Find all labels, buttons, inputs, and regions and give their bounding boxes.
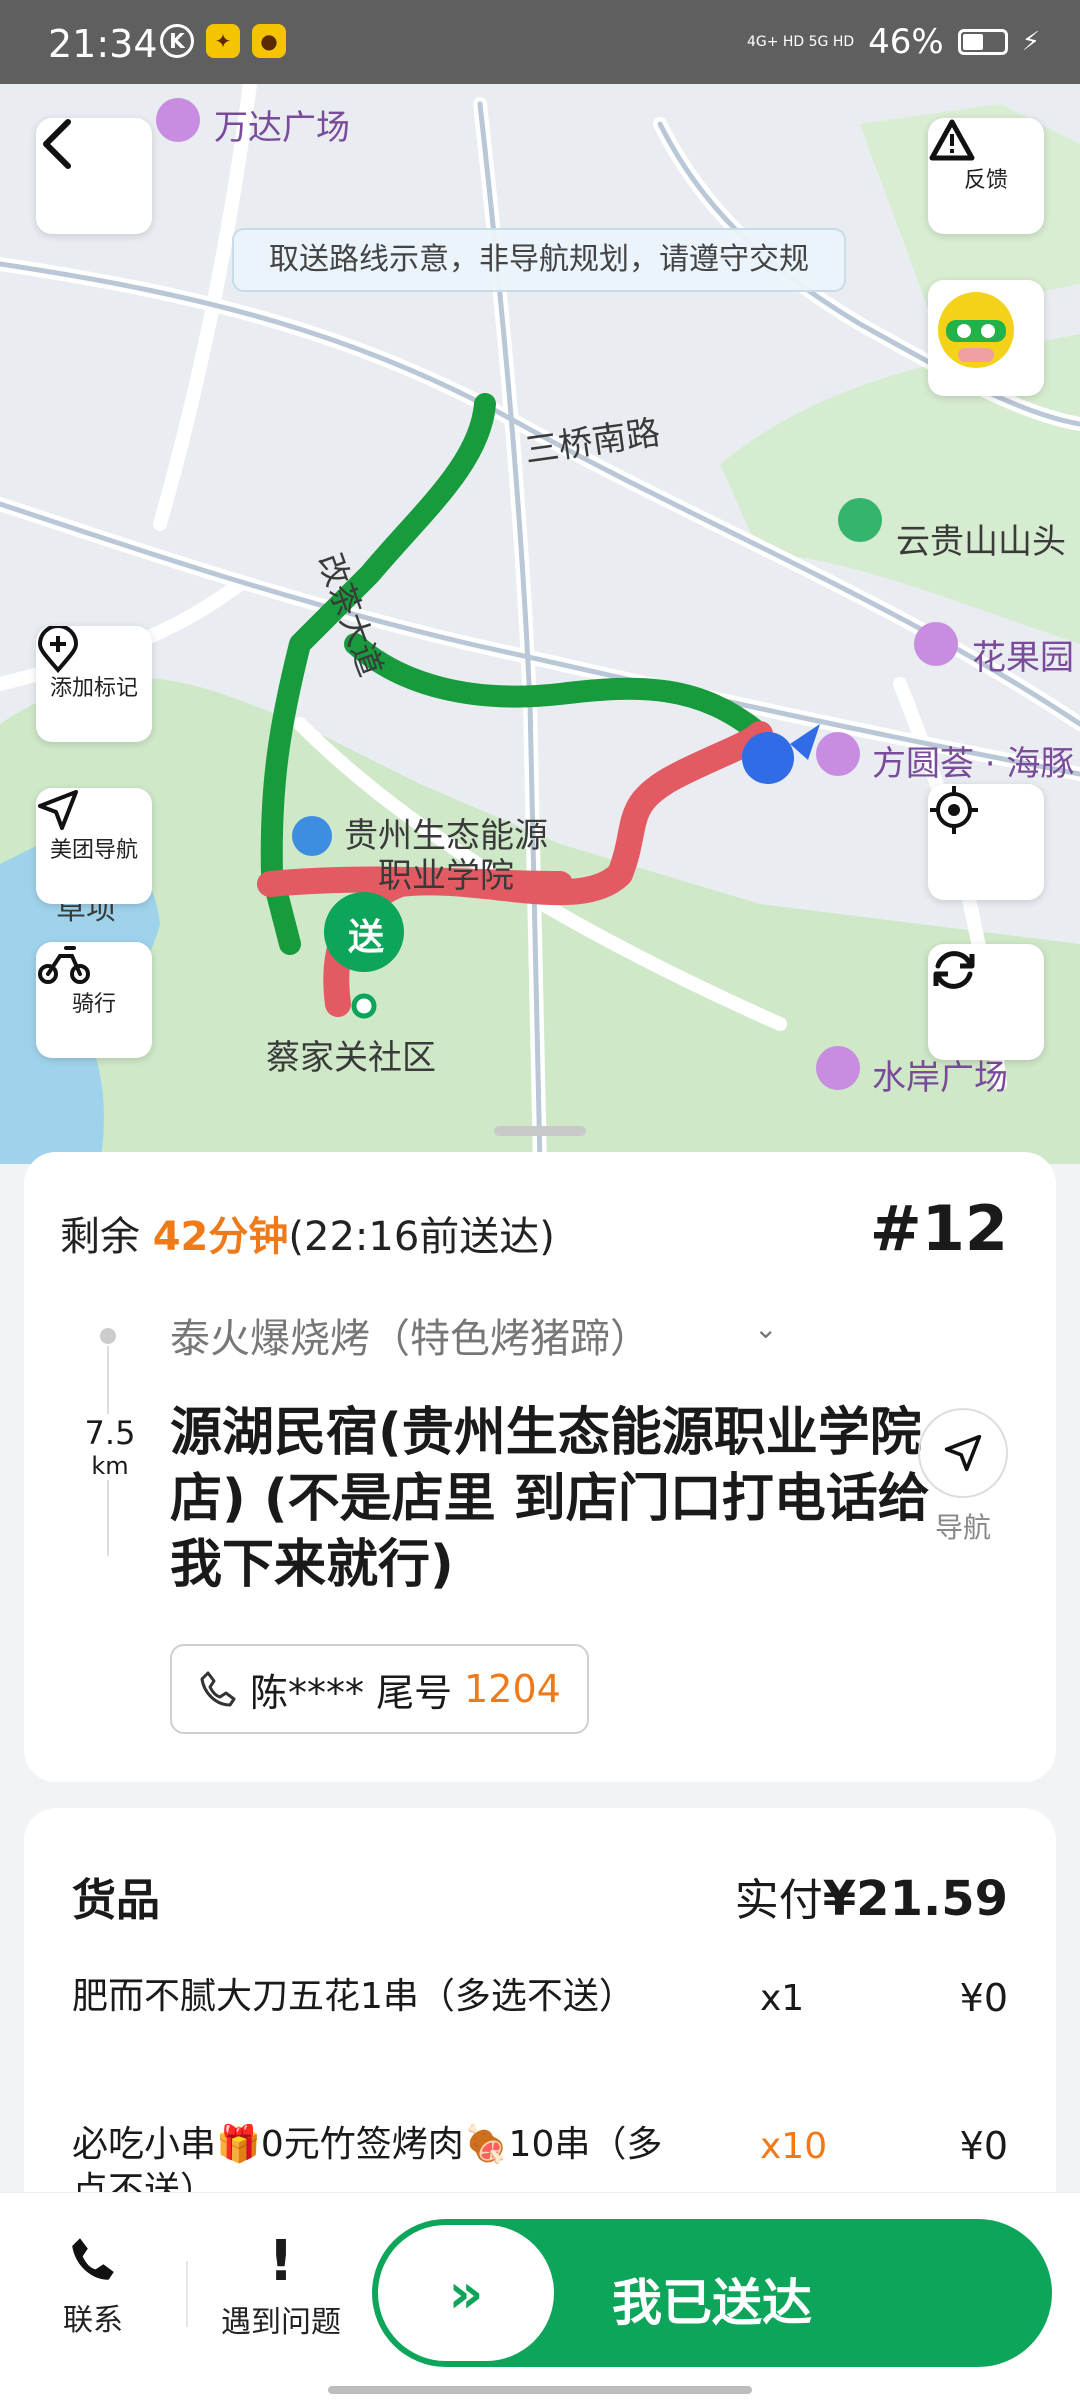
phone-icon [200, 1671, 236, 1707]
distance-value: 7.5 [84, 1414, 136, 1452]
ride-button[interactable]: 骑行 [36, 942, 152, 1058]
customer-name: 陈**** 尾号 [250, 1670, 453, 1715]
distance: 7.5 km [80, 1414, 140, 1480]
remaining-minutes: 42分钟 [152, 1214, 289, 1260]
feedback-label: 反馈 [963, 168, 1008, 193]
home-indicator[interactable] [328, 2386, 752, 2394]
route-notice: 取送路线示意，非导航规划，请遵守交规 [232, 228, 846, 292]
meituan-nav-button[interactable]: 美团导航 [36, 788, 152, 904]
remaining-prefix: 剩余 [60, 1214, 153, 1260]
ride-label: 骑行 [71, 992, 116, 1017]
add-location-icon [37, 626, 79, 674]
add-marker-button[interactable]: 添加标记 [36, 626, 152, 742]
battery-icon [957, 29, 1008, 55]
exclamation-icon: ! [268, 2229, 294, 2294]
bottom-action-bar: 联系 ! 遇到问题 » 我已送达 [0, 2192, 1080, 2400]
route-map[interactable]: 万达广场 三桥南路 改茶大道 云贵山山头 花果园 方圆荟 · 海豚 贵州生态能源… [0, 84, 1080, 1164]
network-indicator: 4G+ HD 5G HD [746, 34, 855, 50]
customer-phone-button[interactable]: 陈**** 尾号 1204 [170, 1644, 589, 1734]
status-time: 21:34 [48, 22, 158, 66]
navigate-button[interactable]: 导航 [918, 1408, 1008, 1546]
sheet-drag-handle[interactable] [494, 1126, 586, 1136]
status-bar: 21:34 K ✦ ● 4G+ HD 5G HD 46% ⚡ [0, 0, 1080, 84]
navigate-circle [918, 1408, 1008, 1498]
customer-phone-tail: 1204 [464, 1667, 561, 1711]
shop-dot [100, 1328, 116, 1344]
back-button[interactable] [36, 118, 152, 234]
feedback-button[interactable]: 反馈 [928, 118, 1044, 234]
map-label-caijiaguan: 蔡家关社区 [266, 1038, 436, 1078]
contact-label: 联系 [63, 2303, 123, 2338]
order-number: #12 [869, 1192, 1008, 1265]
delivery-address: 源湖民宿(贵州生态能源职业学院店) (不是店里 到店门口打电话给我下来就行) [170, 1403, 930, 1595]
battery-percent: 46% [868, 22, 944, 62]
goods-item-name: 肥而不腻大刀五花1串（多选不送） [72, 1976, 635, 2017]
problem-label: 遇到问题 [221, 2305, 341, 2340]
add-marker-label: 添加标记 [49, 676, 138, 701]
goods-item-qty: x1 [760, 1978, 805, 2019]
delivered-slide-button[interactable]: » 我已送达 [372, 2219, 1052, 2367]
navigate-label: 导航 [934, 1511, 991, 1544]
paid-label: 实付 [734, 1875, 823, 1926]
destination-send-marker: 送 [348, 917, 385, 958]
paid-amount: 实付¥21.59 [735, 1864, 1008, 1928]
meituan-nav-label: 美团导航 [49, 838, 138, 863]
goods-item-qty: x10 [760, 2126, 828, 2167]
map-label-huaguoyuan: 花果园 [972, 638, 1074, 678]
chevron-down-icon[interactable]: ⌄ [754, 1312, 777, 1345]
rider-helmet-icon [938, 292, 1014, 368]
locate-icon [930, 786, 978, 834]
order-card: 剩余 42分钟(22:16前送达) #12 泰火爆烧烤（特色烤猪蹄） ⌄ 7.5… [24, 1152, 1056, 1782]
refresh-icon [933, 951, 975, 989]
bottom-divider [186, 2261, 188, 2327]
slide-handle[interactable]: » [378, 2225, 554, 2361]
paid-value: ¥21.59 [822, 1871, 1008, 1927]
navigation-arrow-icon [944, 1434, 982, 1472]
app-notification-icon: ✦ [206, 24, 240, 58]
map-label-fangyuan: 方圆荟 · 海豚 [872, 744, 1075, 784]
rider-avatar-button[interactable] [928, 280, 1044, 396]
phone-icon [72, 2238, 114, 2280]
locate-button[interactable] [928, 784, 1044, 900]
refresh-button[interactable] [928, 944, 1044, 1060]
k-app-icon: K [160, 24, 194, 58]
remaining-time: 剩余 42分钟(22:16前送达) [60, 1204, 555, 1262]
scooter-icon [38, 946, 90, 984]
problem-button[interactable]: ! 遇到问题 [216, 2233, 346, 2341]
status-notification-icons: K ✦ ● [160, 24, 286, 58]
delivered-label: 我已送达 [612, 2274, 812, 2332]
warning-icon [929, 119, 975, 161]
shop-name[interactable]: 泰火爆烧烤（特色烤猪蹄） [170, 1306, 650, 1364]
goods-title: 货品 [72, 1875, 160, 1926]
navigation-arrow-icon [38, 790, 78, 830]
deliver-before: (22:16前送达) [288, 1214, 555, 1260]
map-label-wanda: 万达广场 [214, 108, 350, 148]
goods-item-price: ¥0 [959, 1976, 1008, 2020]
map-label-school-line2: 职业学院 [378, 856, 514, 896]
contact-button[interactable]: 联系 [28, 2233, 158, 2339]
status-right: 4G+ HD 5G HD 46% ⚡ [747, 22, 1040, 62]
map-label-yungui: 云贵山山头 [896, 522, 1066, 562]
charging-icon: ⚡ [1021, 27, 1040, 57]
goods-item-price: ¥0 [959, 2124, 1008, 2168]
back-arrow-icon [43, 119, 71, 169]
distance-unit: km [91, 1452, 129, 1480]
app-notification-icon-2: ● [252, 24, 286, 58]
